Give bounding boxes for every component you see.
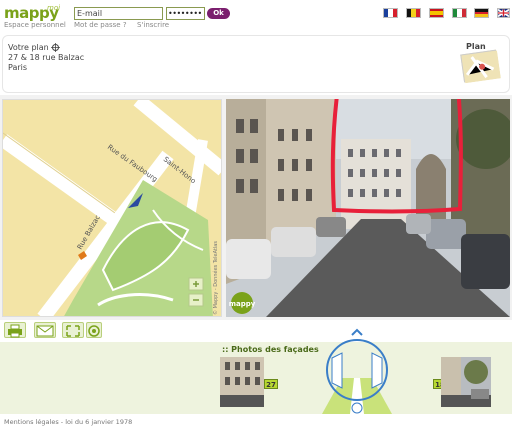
photo-mappy-logo: mappy — [229, 300, 256, 308]
plan-panel — [2, 35, 510, 93]
votre-plan-title: Votre plan — [8, 43, 49, 52]
street-map[interactable]: Rue du Faubourg Saint-Hono Rue Balzac © … — [2, 99, 222, 317]
flag-de-icon[interactable] — [474, 8, 489, 18]
flag-gb-icon[interactable] — [497, 8, 510, 18]
flag-es-icon[interactable] — [429, 8, 444, 18]
ok-button[interactable]: Ok — [207, 8, 230, 19]
legal-mentions-link[interactable]: Mentions légales - loi du 6 janvier 1978 — [4, 418, 132, 426]
inscrire-link[interactable]: S'inscrire — [137, 21, 169, 29]
mappy-logo-sup: moi — [47, 4, 61, 12]
address-line-2: Paris — [8, 63, 28, 72]
fullscreen-button[interactable] — [62, 322, 84, 338]
map-copyright: © Mappy - Données TeleAtlas — [212, 241, 219, 315]
plan-thumbnail-icon[interactable] — [460, 49, 501, 84]
print-button[interactable] — [4, 322, 26, 338]
facades-title: :: Photos des façades — [222, 345, 319, 354]
flag-be-icon[interactable] — [406, 8, 421, 18]
facade-thumb-right[interactable] — [441, 357, 491, 407]
plan-label[interactable]: Plan — [466, 42, 486, 51]
mot-de-passe-link[interactable]: Mot de passe ? — [74, 21, 127, 29]
flag-fr-icon[interactable] — [383, 8, 398, 18]
locate-button[interactable] — [86, 322, 102, 338]
espace-personnel-link[interactable]: Espace personnel — [4, 21, 66, 29]
facade-thumb-left[interactable] — [220, 357, 264, 407]
facade-number-left: 27 — [264, 379, 278, 389]
flag-it-icon[interactable] — [452, 8, 467, 18]
top-bar: mappy moi Espace personnel Mot de passe … — [0, 0, 512, 34]
street-photo[interactable]: mappy — [226, 99, 510, 317]
email-button[interactable] — [34, 322, 56, 338]
password-field[interactable]: •••••••• — [166, 7, 205, 20]
address-line-1: 27 & 18 rue Balzac — [8, 53, 85, 62]
facade-compass[interactable] — [312, 328, 402, 414]
email-field[interactable]: E-mail — [74, 7, 163, 20]
